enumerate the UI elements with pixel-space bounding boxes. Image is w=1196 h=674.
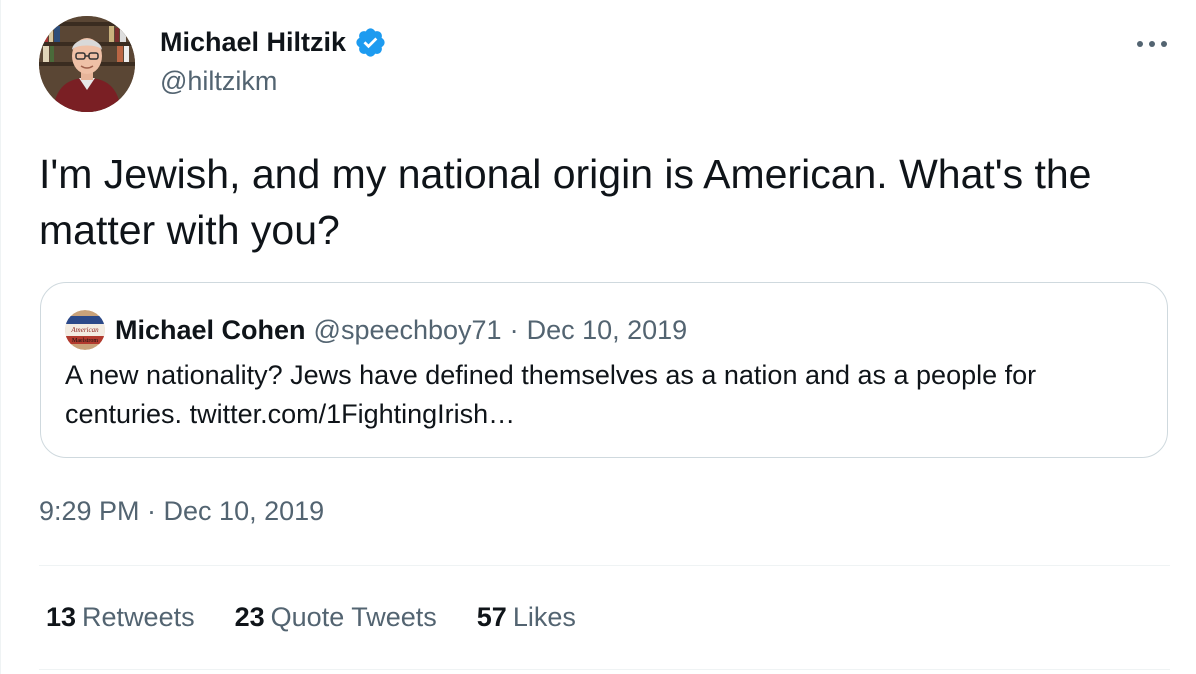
likes-stat[interactable]: 57 Likes xyxy=(477,602,576,633)
divider-top xyxy=(39,565,1170,566)
quoted-author-avatar[interactable]: American Maelstrom xyxy=(65,310,105,350)
more-options-icon[interactable] xyxy=(1132,26,1172,62)
quoted-separator: · xyxy=(509,314,519,345)
engagement-stats: 13 Retweets 23 Quote Tweets 57 Likes xyxy=(46,602,576,633)
left-border xyxy=(0,0,1,674)
quoted-link[interactable]: twitter.com/1FightingIrish… xyxy=(190,399,516,429)
svg-text:Maelstrom: Maelstrom xyxy=(72,338,98,344)
likes-label: Likes xyxy=(512,602,576,632)
retweets-count: 13 xyxy=(46,602,77,632)
author-handle[interactable]: @hiltzikm xyxy=(160,66,277,97)
tweet-timestamp[interactable]: 9:29 PM · Dec 10, 2019 xyxy=(39,496,324,527)
quoted-tweet-header: American Maelstrom Michael Cohen @speech… xyxy=(65,310,687,350)
quoted-tweet-text: A new nationality? Jews have defined the… xyxy=(65,356,1155,434)
quote-tweets-label: Quote Tweets xyxy=(270,602,437,632)
quote-tweets-count: 23 xyxy=(234,602,265,632)
american-maelstrom-logo-icon: American Maelstrom xyxy=(65,310,105,350)
quoted-tweet-card[interactable]: American Maelstrom Michael Cohen @speech… xyxy=(40,282,1168,458)
divider-bottom xyxy=(39,669,1170,670)
quote-tweets-stat[interactable]: 23 Quote Tweets xyxy=(235,602,437,633)
quoted-date[interactable]: Dec 10, 2019 xyxy=(527,315,688,346)
author-name-text[interactable]: Michael Hiltzik xyxy=(160,27,346,58)
author-photo-icon xyxy=(39,16,135,112)
tweet-text: I'm Jewish, and my national origin is Am… xyxy=(39,151,1092,253)
quoted-author-handle[interactable]: @speechboy71 xyxy=(314,315,502,346)
retweets-label: Retweets xyxy=(82,602,195,632)
likes-count: 57 xyxy=(476,602,507,632)
svg-text:American: American xyxy=(70,326,99,334)
quoted-author-name[interactable]: Michael Cohen xyxy=(115,315,306,346)
author-avatar[interactable] xyxy=(39,16,135,112)
author-name[interactable]: Michael Hiltzik xyxy=(160,26,387,59)
retweets-stat[interactable]: 13 Retweets xyxy=(46,602,195,633)
verified-badge-icon xyxy=(356,28,385,57)
